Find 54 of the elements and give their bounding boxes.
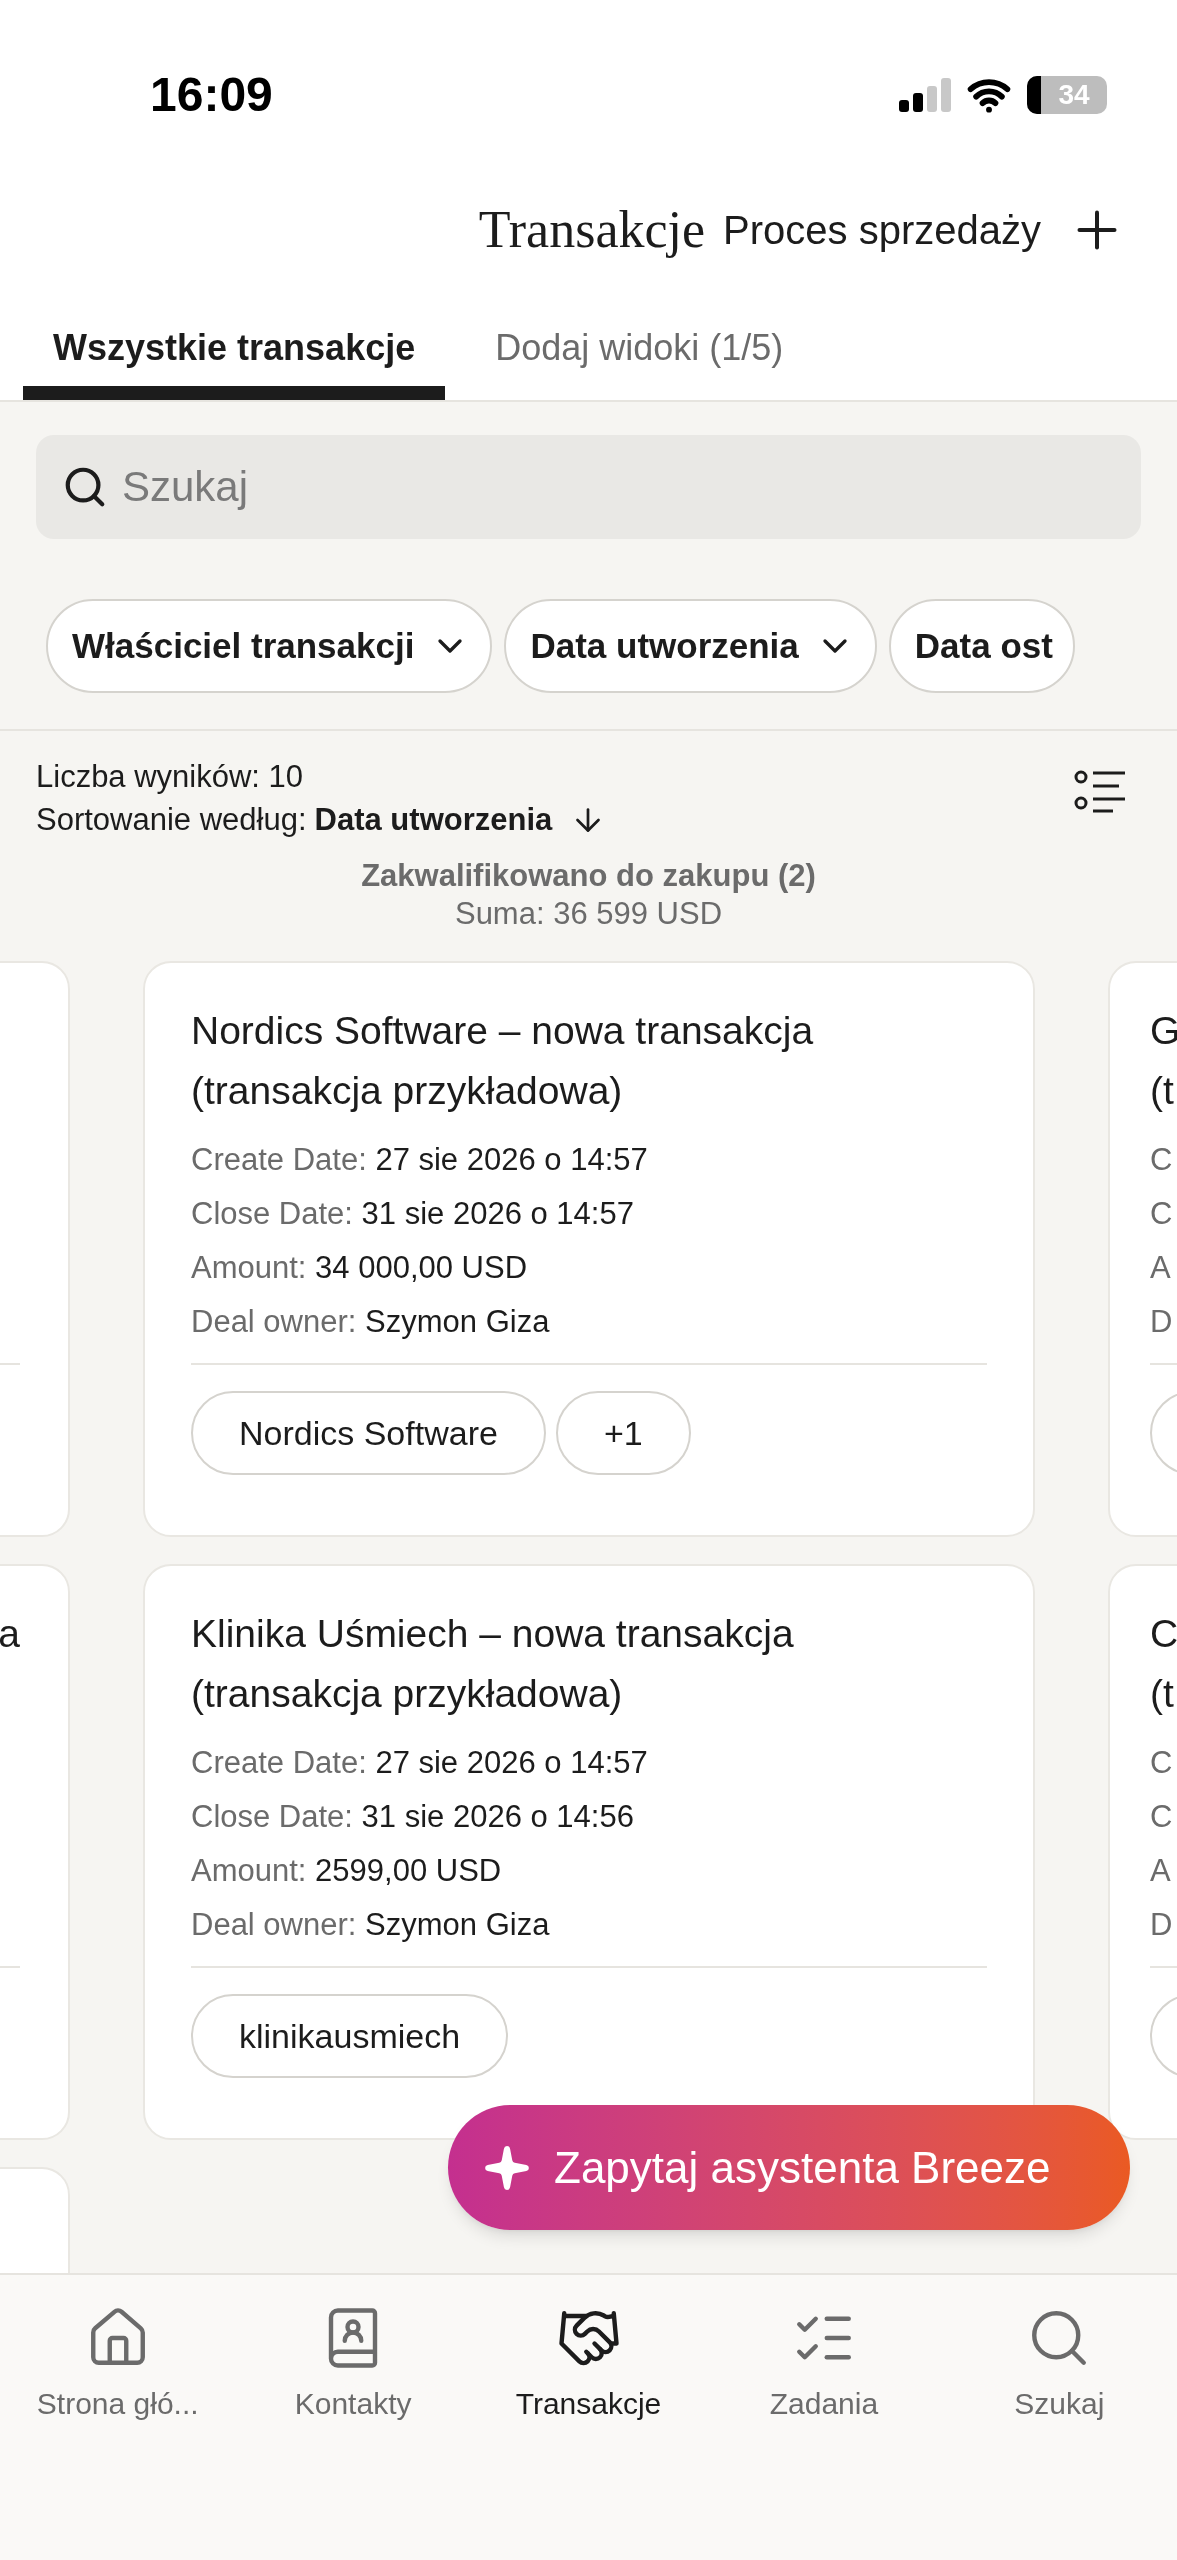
deal-card[interactable]: Nordics Software – nowa transakcja (transakcja przykładowa) Create Date: 27 sie 2026 o 14:57 Close Date: 31 sie 2026 o 14:57 Amount: 34 000,00 USD Deal owner: Szymon Giza Nordics Software +1	[143, 961, 1035, 1537]
deal-field: Amount: 2599,00 USD	[191, 1844, 987, 1898]
filter-chip[interactable]: Data ost	[888, 599, 1075, 693]
deal-title-fragment: a	[0, 1611, 20, 1657]
deal-field-fragment: D	[1150, 1906, 1173, 1944]
deal-field-fragment: C	[1150, 1744, 1173, 1782]
deal-field-fragment: A	[1150, 1249, 1171, 1287]
nav-tab[interactable]: Szukaj	[941, 2305, 1177, 2426]
deal-field-fragment: C	[1150, 1195, 1173, 1233]
deal-title: Klinika Uśmiech – nowa transakcja (transakcja przykładowa)	[191, 1611, 795, 1717]
deal-title: Nordics Software – nowa transakcja (transakcja przykładowa)	[191, 1008, 815, 1114]
status-time: 16:09	[150, 67, 273, 123]
deal-field: Create Date: 27 sie 2026 o 14:57	[191, 1736, 987, 1790]
results-count: Liczba wyników: 10	[36, 758, 305, 796]
page-title: Transakcje	[478, 200, 706, 260]
filter-chip[interactable]: Właściciel transakcji	[46, 599, 493, 693]
sort-options-icon[interactable]	[1073, 769, 1127, 813]
view-tab[interactable]: Wszystkie transakcje	[23, 310, 446, 400]
battery-icon: 34	[1027, 76, 1107, 114]
deal-title-fragment: G	[1150, 1008, 1177, 1054]
sort-field[interactable]: Data utworzenia	[314, 798, 553, 841]
deal-card[interactable]: G (t C C A D	[1108, 961, 1177, 1537]
deal-title-fragment: C	[1150, 1611, 1177, 1657]
deal-title-fragment: (t	[1150, 1068, 1174, 1114]
deal-title-fragment: (t	[1150, 1671, 1174, 1717]
deal-field: Close Date: 31 sie 2026 o 14:56	[191, 1790, 987, 1844]
deal-field: Create Date: 27 sie 2026 o 14:57	[191, 1133, 987, 1187]
nav-tab[interactable]: Zadania	[706, 2305, 942, 2426]
pipeline-selector[interactable]: Proces sprzedaży	[723, 200, 1041, 260]
deal-card[interactable]: Klinika Uśmiech – nowa transakcja (transakcja przykładowa) Create Date: 27 sie 2026 o 14:57 Close Date: 31 sie 2026 o 14:56 Amount: 2599,00 USD Deal owner: Szymon Giza klinikausmiech	[143, 1564, 1035, 2140]
deal-field-fragment: A	[1150, 1852, 1171, 1890]
signal-icon	[899, 78, 951, 112]
deal-field-fragment: C	[1150, 1798, 1173, 1836]
nav-tab[interactable]: Kontakty	[235, 2305, 471, 2426]
association-tag[interactable]: klinikausmiech	[191, 1994, 509, 2078]
assistant-button[interactable]: Zapytaj asystenta Breeze	[448, 2105, 1130, 2230]
association-tag[interactable]: Nordics Software	[191, 1391, 546, 1475]
search-field[interactable]: Szukaj	[36, 435, 1141, 539]
deal-card[interactable]: a	[0, 1564, 70, 2140]
deal-field: Deal owner: Szymon Giza	[191, 1898, 987, 1952]
nav-tab[interactable]: Strona głó...	[0, 2305, 236, 2426]
nav-tab[interactable]: Transakcje	[470, 2305, 707, 2426]
deal-field-fragment: D	[1150, 1303, 1173, 1341]
deal-field: Amount: 34 000,00 USD	[191, 1241, 987, 1295]
deal-card[interactable]: C (t C C A D	[1108, 1564, 1177, 2140]
stage-total: Suma: 36 599 USD	[454, 895, 723, 933]
deal-field: Deal owner: Szymon Giza	[191, 1295, 987, 1349]
filter-chip[interactable]: Data utworzenia	[504, 599, 877, 693]
view-tab[interactable]: Dodaj widoki (1/5)	[465, 310, 814, 400]
sort-label: Sortowanie według:	[36, 801, 307, 839]
deal-field: Close Date: 31 sie 2026 o 14:57	[191, 1187, 987, 1241]
deal-field-fragment: C	[1150, 1141, 1173, 1179]
stage-name: Zakwalifikowano do zakupu (2)	[361, 857, 816, 895]
association-tag[interactable]: +1	[555, 1391, 691, 1475]
